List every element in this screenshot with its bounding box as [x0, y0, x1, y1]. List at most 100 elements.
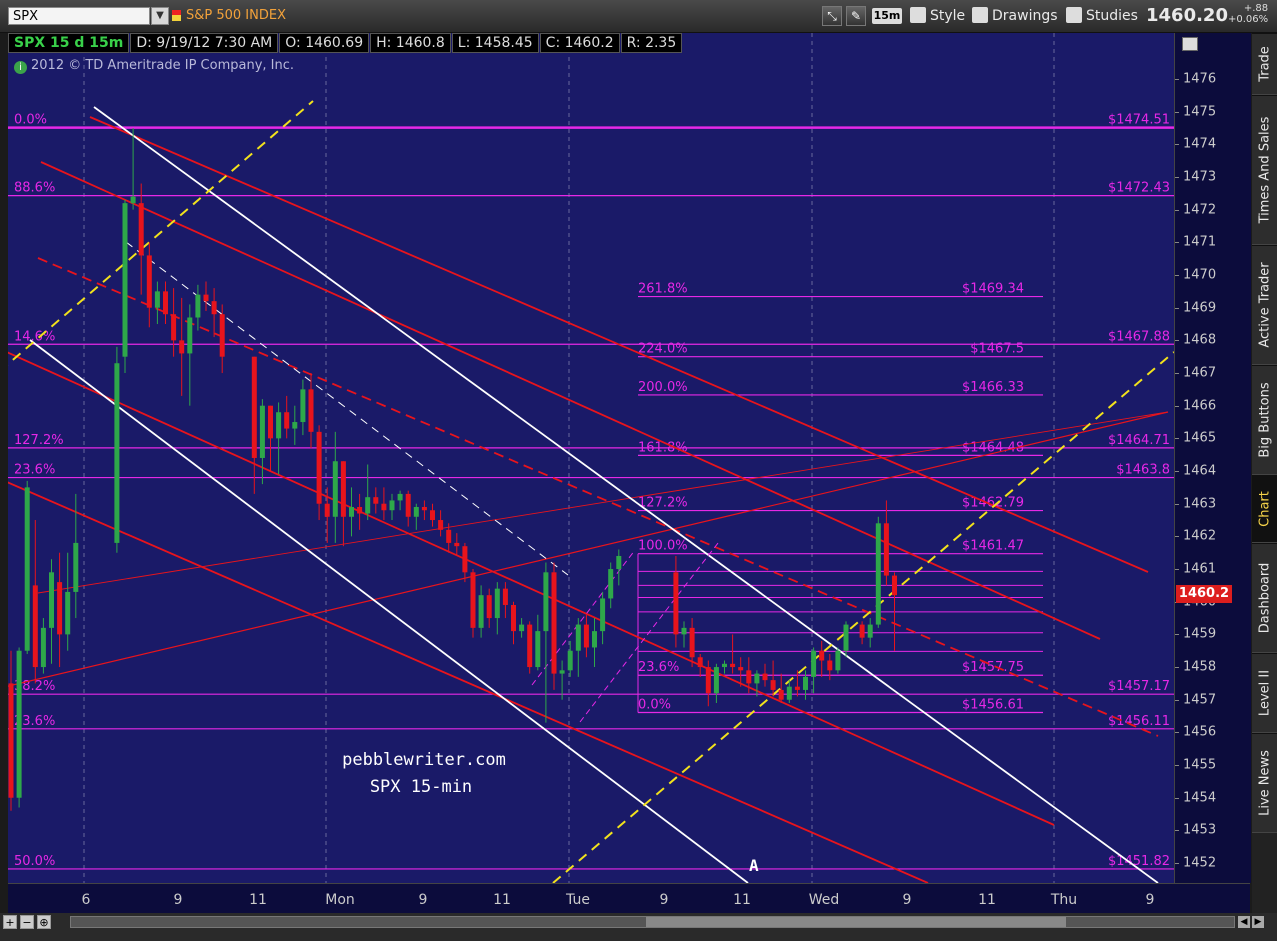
aggregation-selector[interactable]: 15m	[872, 8, 902, 24]
bar-open: O: 1460.69	[279, 33, 370, 53]
time-tick-label: Mon	[325, 892, 355, 908]
price-axis[interactable]: 1452145314541455145614571458145914601461…	[1174, 33, 1251, 883]
style-button[interactable]: Style	[910, 6, 965, 26]
scrollbar-thumb[interactable]	[646, 917, 1066, 927]
price-tick	[1175, 536, 1179, 538]
time-axis[interactable]: 6 9 11 Mon 9 11 Tue 9 11 Wed 9 11 Thu 9	[8, 883, 1250, 914]
candle-body	[583, 624, 589, 648]
zoom-in-icon[interactable]: +	[3, 915, 17, 929]
tab-active-trader[interactable]: Active Trader	[1252, 245, 1277, 365]
candle-body	[40, 627, 46, 668]
tab-active-trader-label: Active Trader	[1257, 262, 1272, 348]
scroll-left-icon[interactable]: ◀	[1238, 916, 1250, 928]
bar-high: H: 1460.8	[370, 33, 451, 53]
price-tick	[1175, 438, 1179, 440]
tab-trade[interactable]: Trade	[1252, 33, 1277, 95]
price-tick-label: 1473	[1183, 169, 1217, 185]
bar-close: C: 1460.2	[539, 33, 620, 53]
wrench-icon[interactable]: ✎	[846, 6, 866, 26]
drawings-button[interactable]: Drawings	[972, 6, 1058, 26]
candle-body	[892, 575, 897, 596]
candle-body	[259, 405, 265, 458]
candle-body	[284, 412, 290, 429]
top-toolbar: SPX ▼ S&P 500 INDEX ⤡ ✎ 15m Style Drawin…	[0, 0, 1277, 33]
copyright-notice: i 2012 © TD Ameritrade IP Company, Inc.	[14, 58, 294, 74]
fib-level-label: 100.0%	[638, 539, 688, 554]
candle-body	[697, 657, 703, 668]
scroll-right-icon[interactable]: ▶	[1252, 916, 1264, 928]
study-name: SPX 15 d 15m	[8, 33, 130, 53]
zoom-box-icon[interactable]: ⊕	[37, 915, 51, 929]
candle-body	[16, 650, 22, 798]
price-tick-label: 1455	[1183, 757, 1217, 773]
tab-level-ii[interactable]: Level II	[1252, 653, 1277, 733]
studies-icon	[1066, 7, 1082, 23]
candle-body	[373, 497, 379, 504]
tab-dashboard-label: Dashboard	[1257, 562, 1272, 634]
candle-body	[357, 506, 363, 514]
price-tick	[1175, 242, 1179, 244]
fib-level-label: 0.0%	[638, 697, 671, 712]
candle-body	[543, 572, 549, 632]
drawing-tools-icon[interactable]: ⤡	[822, 6, 842, 26]
price-tick	[1175, 699, 1179, 701]
price-tick-label: 1452	[1183, 855, 1217, 871]
candle-body	[786, 686, 792, 700]
symbol-dropdown-button[interactable]: ▼	[151, 7, 169, 25]
candle-body	[251, 356, 257, 458]
drawings-label: Drawings	[992, 8, 1058, 24]
candle-body	[430, 510, 435, 521]
price-tick-label: 1462	[1183, 528, 1217, 544]
fib-level-value: $1463.8	[1116, 463, 1170, 478]
quote-info-bar: SPX 15 d 15m D: 9/19/12 7:30 AM O: 1460.…	[8, 33, 683, 53]
fib-level-value: $1456.61	[962, 697, 1024, 712]
tab-times-and-sales[interactable]: Times And Sales	[1252, 95, 1277, 245]
tab-dashboard[interactable]: Dashboard	[1252, 543, 1277, 653]
candle-body	[49, 572, 54, 628]
fib-level-value: $1451.82	[1108, 854, 1170, 869]
candle-body	[778, 689, 784, 700]
fib-level-value: $1461.47	[962, 539, 1024, 554]
fib-level-label: 261.8%	[638, 282, 688, 297]
symbol-input[interactable]: SPX	[8, 7, 150, 25]
price-tick	[1175, 503, 1179, 505]
expand-icon[interactable]	[1182, 37, 1198, 51]
chart-plot-area[interactable]: 0.0% $1474.51 88.6% $1472.43 14.6% $1467.88 12…	[8, 33, 1174, 883]
time-tick-label: 11	[978, 892, 996, 908]
price-tick-label: 1471	[1183, 234, 1217, 250]
tab-big-buttons[interactable]: Big Buttons	[1252, 365, 1277, 475]
studies-button[interactable]: Studies	[1066, 6, 1138, 26]
candle-body	[843, 624, 849, 651]
candle-body	[365, 497, 371, 514]
fib-level-value: $1457.17	[1108, 679, 1170, 694]
candle-body	[705, 667, 711, 694]
price-tick-label: 1468	[1183, 332, 1217, 348]
candle-body	[454, 542, 460, 547]
fib-level-label: 127.2%	[14, 433, 64, 448]
zoom-out-icon[interactable]: −	[20, 915, 34, 929]
candle-body	[405, 493, 411, 517]
pencil-icon	[972, 7, 988, 23]
candle-body	[754, 673, 760, 684]
fib-level-value: $1469.34	[962, 282, 1024, 297]
chart-scrollbar[interactable]	[70, 916, 1235, 928]
candle-body	[73, 542, 79, 592]
tab-chart[interactable]: Chart	[1252, 475, 1277, 543]
tab-live-news[interactable]: Live News	[1252, 733, 1277, 833]
candle-body	[171, 314, 177, 341]
candle-body	[600, 598, 606, 632]
candle-body	[681, 627, 687, 635]
candle-body	[32, 585, 38, 668]
candle-body	[332, 461, 338, 517]
candle-body	[114, 363, 120, 543]
red-channel-lower	[8, 351, 1055, 826]
time-tick-label: 11	[493, 892, 511, 908]
price-tick	[1175, 667, 1179, 669]
price-tick	[1175, 177, 1179, 178]
candle-body	[551, 572, 557, 674]
candle-body	[722, 663, 727, 668]
tab-chart-label: Chart	[1257, 491, 1272, 527]
flag-icon	[172, 10, 181, 21]
price-tick-label: 1459	[1183, 626, 1217, 642]
price-chart[interactable]: 0.0% $1474.51 88.6% $1472.43 14.6% $1467.88 12…	[8, 33, 1174, 883]
